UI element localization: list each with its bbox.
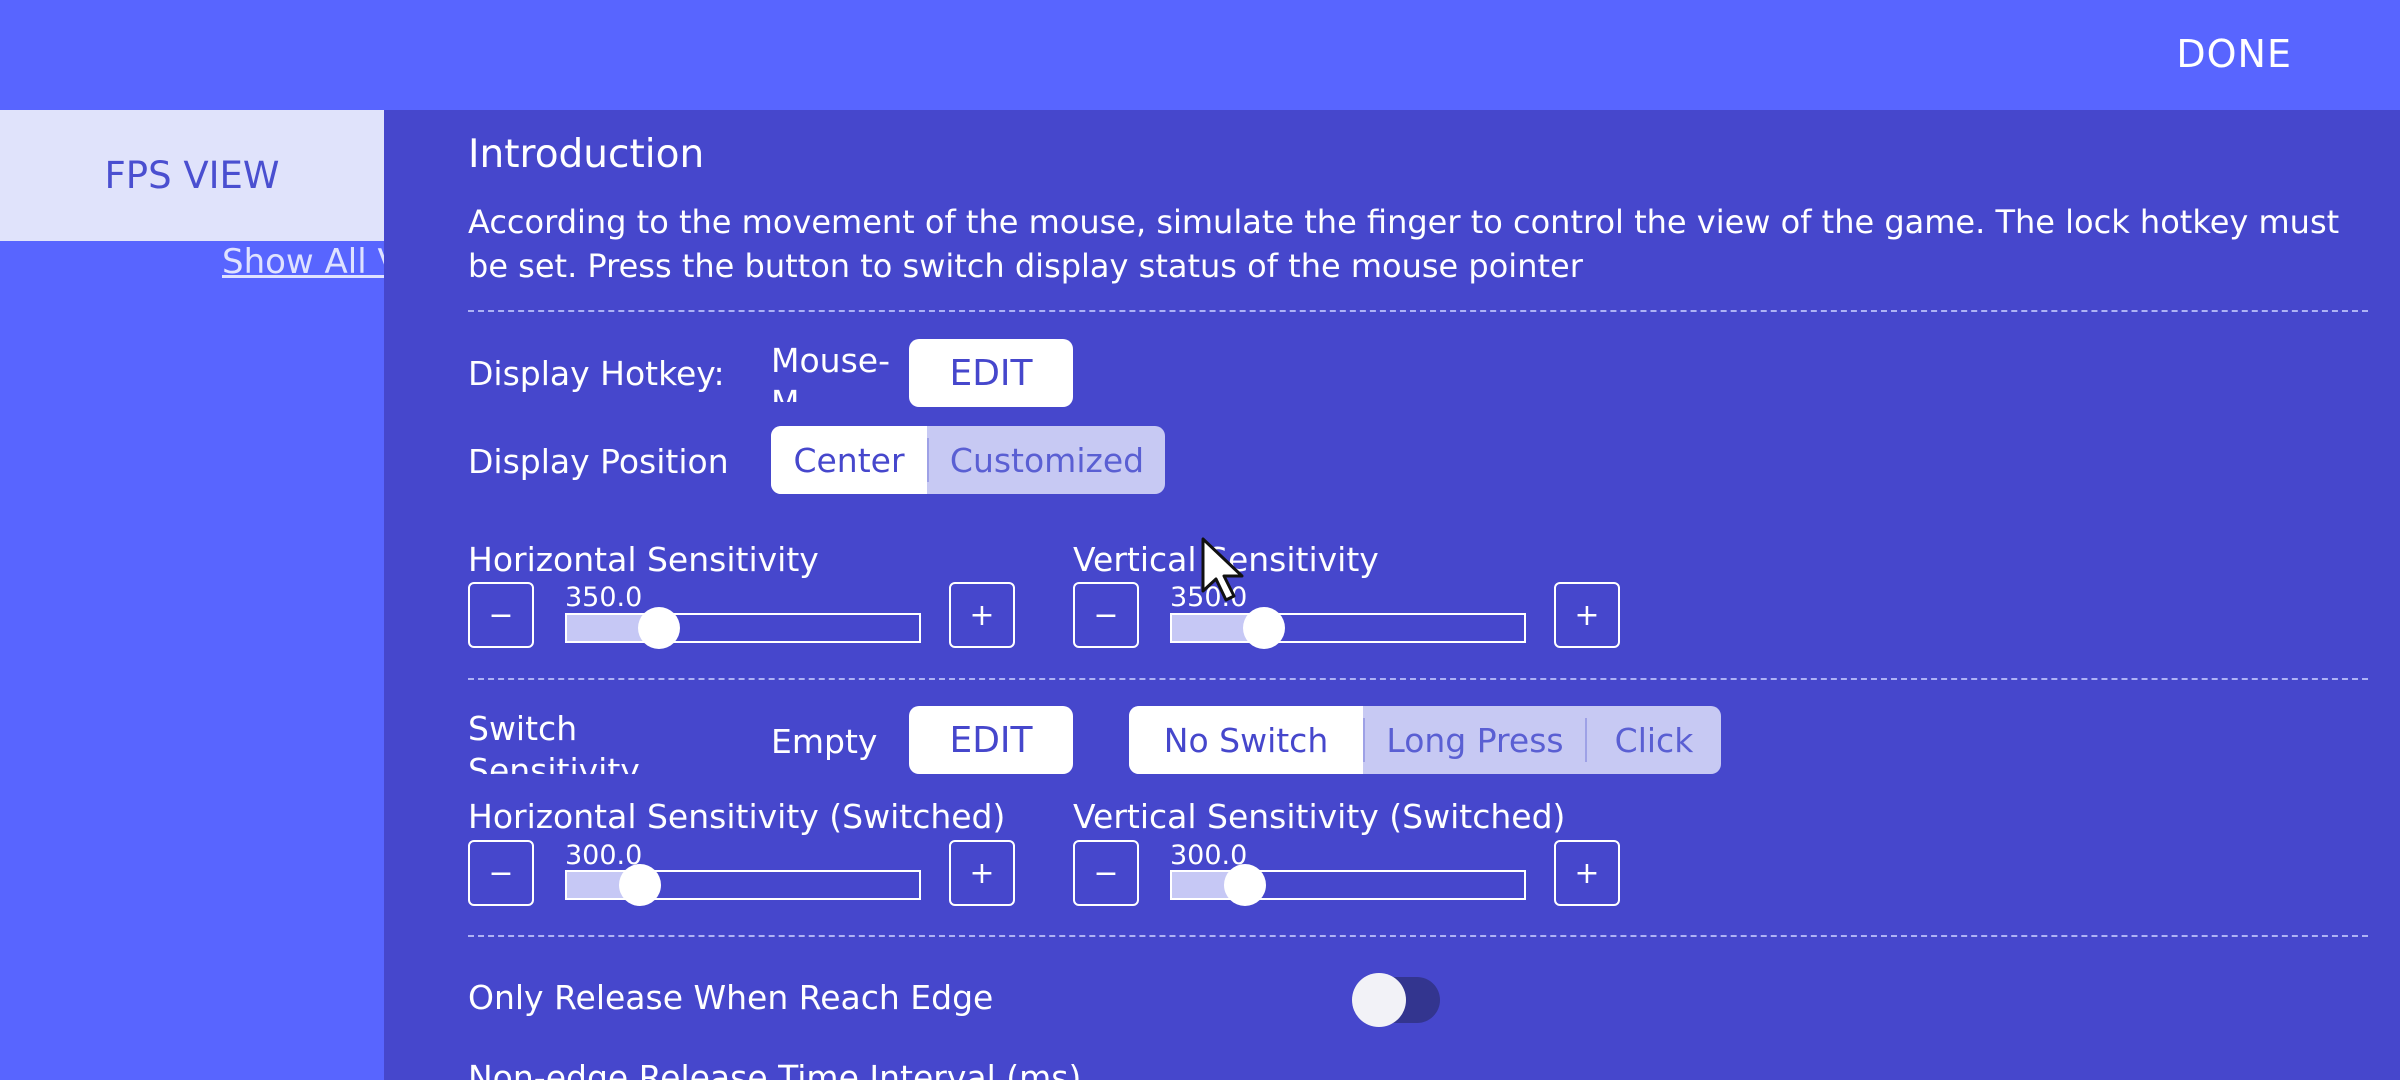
- sidebar-tab-fps-view[interactable]: FPS VIEW: [0, 110, 384, 241]
- divider: [468, 678, 2368, 680]
- vertical-slider-handle[interactable]: [1243, 607, 1285, 649]
- display-position-segmented: Center Customized: [771, 426, 1165, 494]
- settings-panel: Introduction According to the movement o…: [384, 110, 2400, 1080]
- horizontal-switched-minus-button[interactable]: −: [468, 840, 534, 906]
- display-position-label: Display Position: [468, 442, 729, 481]
- display-position-customized-option[interactable]: Customized: [929, 426, 1165, 494]
- toggle-knob: [1352, 973, 1406, 1027]
- mouse-pointer-icon: [1201, 537, 1244, 602]
- vertical-plus-button[interactable]: +: [1554, 582, 1620, 648]
- divider: [468, 310, 2368, 312]
- vertical-switched-slider-handle[interactable]: [1224, 864, 1266, 906]
- display-hotkey-edit-button[interactable]: EDIT: [909, 339, 1073, 407]
- display-hotkey-label: Display Hotkey:: [468, 354, 725, 393]
- intro-text: According to the movement of the mouse, …: [468, 203, 2340, 285]
- top-bar: DONE: [0, 0, 2400, 110]
- horizontal-value: 350.0: [565, 582, 643, 613]
- switch-mode-click-option[interactable]: Click: [1587, 706, 1721, 774]
- horizontal-sensitivity-label: Horizontal Sensitivity: [468, 540, 819, 579]
- horizontal-switched-label: Horizontal Sensitivity (Switched): [468, 797, 1006, 836]
- vertical-minus-button[interactable]: −: [1073, 582, 1139, 648]
- vertical-switched-label: Vertical Sensitivity (Switched): [1073, 797, 1566, 836]
- horizontal-plus-button[interactable]: +: [949, 582, 1015, 648]
- horizontal-switched-slider-handle[interactable]: [619, 864, 661, 906]
- edge-release-label: Only Release When Reach Edge: [468, 978, 994, 1017]
- edge-release-toggle[interactable]: [1352, 973, 1440, 1027]
- switch-mode-segmented: No Switch Long Press Click: [1129, 706, 1721, 774]
- sidebar: FPS VIEW Show All V: [0, 110, 384, 1080]
- done-button[interactable]: DONE: [2176, 32, 2292, 76]
- horizontal-switched-plus-button[interactable]: +: [949, 840, 1015, 906]
- divider: [468, 935, 2368, 937]
- switch-hotkey-label: Switch Sensitivity Hotkey: [468, 709, 640, 774]
- display-hotkey-value: Mouse-M: [771, 341, 890, 402]
- switch-mode-long-press-option[interactable]: Long Press: [1365, 706, 1585, 774]
- vertical-switched-plus-button[interactable]: +: [1554, 840, 1620, 906]
- vertical-switched-minus-button[interactable]: −: [1073, 840, 1139, 906]
- horizontal-slider-handle[interactable]: [638, 607, 680, 649]
- non-edge-release-label: Non-edge Release Time Interval (ms): [468, 1058, 1082, 1080]
- horizontal-minus-button[interactable]: −: [468, 582, 534, 648]
- switch-hotkey-edit-button[interactable]: EDIT: [909, 706, 1073, 774]
- switch-mode-no-switch-option[interactable]: No Switch: [1129, 706, 1363, 774]
- vertical-slider[interactable]: [1170, 613, 1526, 643]
- display-position-center-option[interactable]: Center: [771, 426, 927, 494]
- intro-title: Introduction: [468, 132, 705, 177]
- show-all-link[interactable]: Show All V: [222, 242, 384, 282]
- switch-hotkey-value: Empty: [771, 722, 878, 761]
- horizontal-slider[interactable]: [565, 613, 921, 643]
